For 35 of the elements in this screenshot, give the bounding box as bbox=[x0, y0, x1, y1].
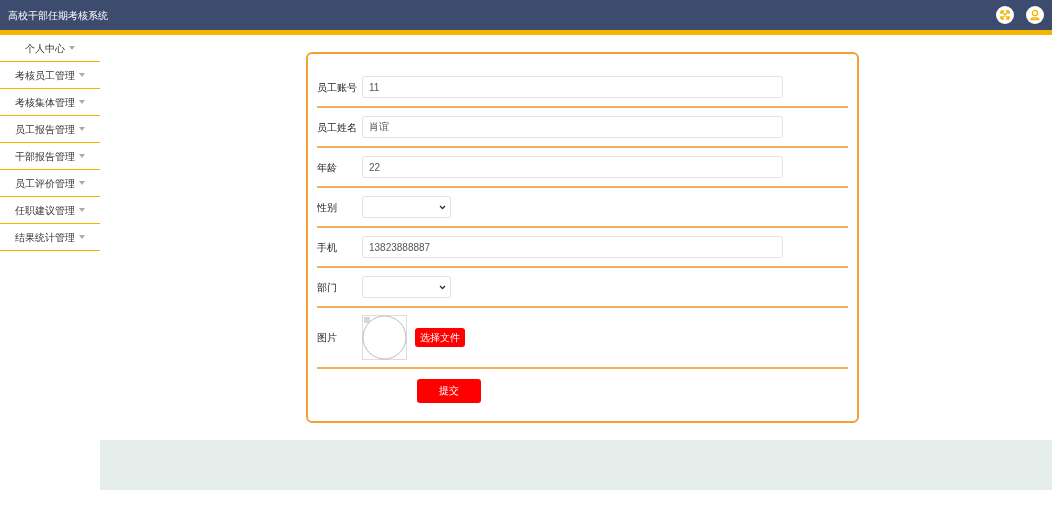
sidebar-item[interactable]: 结果统计管理 bbox=[0, 224, 100, 251]
sidebar-item[interactable]: 考核员工管理 bbox=[0, 62, 100, 89]
caret-icon bbox=[79, 154, 85, 158]
field-label: 图片 bbox=[317, 331, 338, 345]
input-field[interactable]: 22 bbox=[362, 156, 783, 178]
user-icon[interactable] bbox=[1026, 6, 1044, 24]
caret-icon bbox=[79, 235, 85, 239]
fullscreen-icon[interactable] bbox=[996, 6, 1014, 24]
field-label: 员工姓名 bbox=[317, 120, 358, 135]
caret-icon bbox=[79, 73, 85, 77]
caret-icon bbox=[69, 46, 75, 50]
app-title: 高校干部任期考核系统 bbox=[8, 8, 108, 23]
chevron-icon bbox=[439, 204, 446, 210]
sidebar-item[interactable]: 员工报告管理 bbox=[0, 116, 100, 143]
sidebar-item[interactable]: 个人中心 bbox=[0, 35, 100, 62]
image-placeholder-icon bbox=[362, 315, 407, 360]
sidebar-item[interactable]: 干部报告管理 bbox=[0, 143, 100, 170]
choose-file-button[interactable]: 选择文件 bbox=[415, 328, 465, 347]
sidebar-item[interactable]: 任职建议管理 bbox=[0, 197, 100, 224]
submit-button[interactable]: 提交 bbox=[417, 378, 481, 403]
caret-icon bbox=[79, 127, 85, 131]
field-label: 手机 bbox=[317, 240, 338, 255]
field-label: 性别 bbox=[317, 200, 338, 215]
field-label: 部门 bbox=[317, 280, 338, 295]
input-field[interactable]: 13823888887 bbox=[362, 236, 783, 258]
caret-icon bbox=[79, 181, 85, 185]
input-field[interactable]: 肖谊 bbox=[362, 116, 783, 138]
input-field[interactable]: 11 bbox=[362, 76, 783, 98]
caret-icon bbox=[79, 100, 85, 104]
sidebar-item[interactable]: 考核集体管理 bbox=[0, 89, 100, 116]
caret-icon bbox=[79, 208, 85, 212]
field-label: 年龄 bbox=[317, 160, 338, 175]
chevron-icon bbox=[439, 284, 446, 290]
sidebar-item[interactable]: 员工评价管理 bbox=[0, 170, 100, 197]
field-label: 员工账号 bbox=[317, 80, 358, 95]
